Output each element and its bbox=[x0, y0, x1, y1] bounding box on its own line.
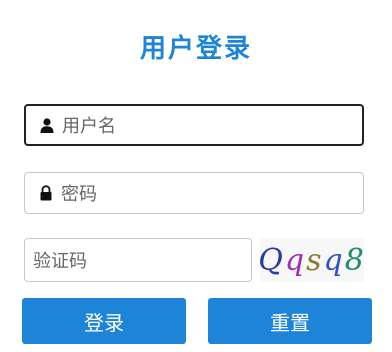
captcha-char: q bbox=[284, 242, 307, 278]
lock-icon bbox=[37, 184, 55, 202]
captcha-char: Q bbox=[258, 242, 285, 278]
login-form: 用户登录 用户名 密码 验证码 Q q s q 8 登录 重置 bbox=[0, 0, 392, 352]
login-button[interactable]: 登录 bbox=[22, 298, 186, 344]
reset-button[interactable]: 重置 bbox=[208, 298, 372, 344]
captcha-placeholder: 验证码 bbox=[33, 251, 87, 272]
username-field[interactable]: 用户名 bbox=[24, 104, 364, 146]
password-field[interactable]: 密码 bbox=[24, 172, 364, 214]
captcha-image[interactable]: Q q s q 8 bbox=[258, 238, 366, 282]
password-placeholder: 密码 bbox=[61, 184, 97, 205]
page-title: 用户登录 bbox=[139, 34, 252, 64]
captcha-char: q bbox=[323, 242, 345, 278]
captcha-char: 8 bbox=[344, 242, 366, 278]
user-icon bbox=[38, 116, 56, 134]
captcha-char: s bbox=[306, 242, 324, 278]
captcha-input[interactable]: 验证码 bbox=[24, 238, 252, 282]
username-placeholder: 用户名 bbox=[62, 116, 116, 137]
